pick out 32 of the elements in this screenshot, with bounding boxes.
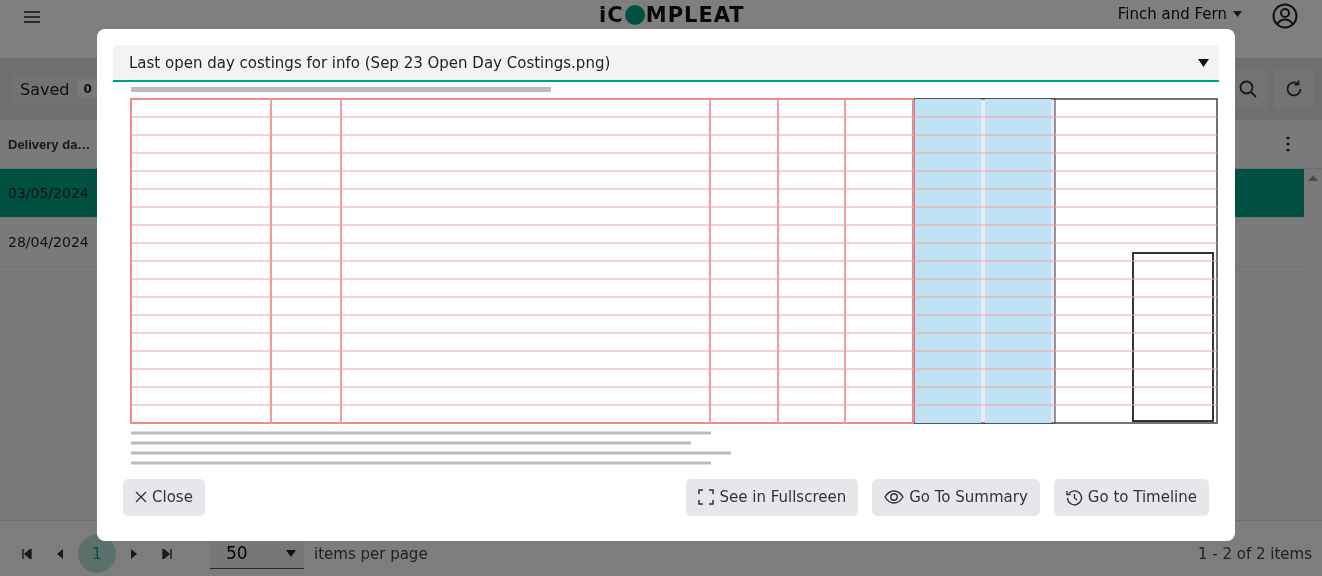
items-per-page-label: items per page (314, 544, 428, 563)
close-icon (135, 491, 147, 503)
menu-icon[interactable] (24, 11, 40, 23)
saved-label: Saved (20, 79, 70, 99)
user-icon[interactable] (1272, 3, 1298, 29)
table-cell: 28/04/2024 (8, 234, 89, 250)
fullscreen-button[interactable]: See in Fullscreen (686, 478, 859, 516)
first-page-icon[interactable] (22, 548, 32, 559)
caret-icon (1233, 11, 1242, 17)
history-icon (1065, 488, 1083, 506)
logo-text: MPLEAT (645, 3, 745, 27)
more-icon[interactable] (1286, 136, 1290, 152)
caret-icon (286, 549, 296, 557)
fullscreen-icon (698, 489, 715, 505)
eye-icon (884, 490, 905, 504)
search-icon (1239, 80, 1257, 98)
attachment-dropdown[interactable]: Last open day costings for info (Sep 23 Open Day Costings.png) (113, 45, 1219, 82)
close-button[interactable]: Close (123, 478, 205, 516)
next-page-icon[interactable] (130, 548, 138, 559)
last-page-icon[interactable] (162, 548, 172, 559)
account-dropdown[interactable]: Finch and Fern (1113, 3, 1246, 25)
saved-count: 0 (77, 80, 98, 98)
timeline-button[interactable]: Go to Timeline (1053, 478, 1209, 516)
pagination-summary: 1 - 2 of 2 items (1197, 544, 1312, 563)
logo-circle-icon (624, 5, 645, 25)
previous-page-icon[interactable] (56, 548, 64, 559)
refresh-icon (1285, 80, 1303, 98)
table-cell: 03/05/2024 (8, 185, 89, 201)
summary-button[interactable]: Go To Summary (872, 478, 1040, 516)
refresh-button[interactable] (1274, 69, 1314, 109)
column-header[interactable]: Delivery da… (8, 136, 91, 152)
logo-text: iC (599, 3, 624, 27)
